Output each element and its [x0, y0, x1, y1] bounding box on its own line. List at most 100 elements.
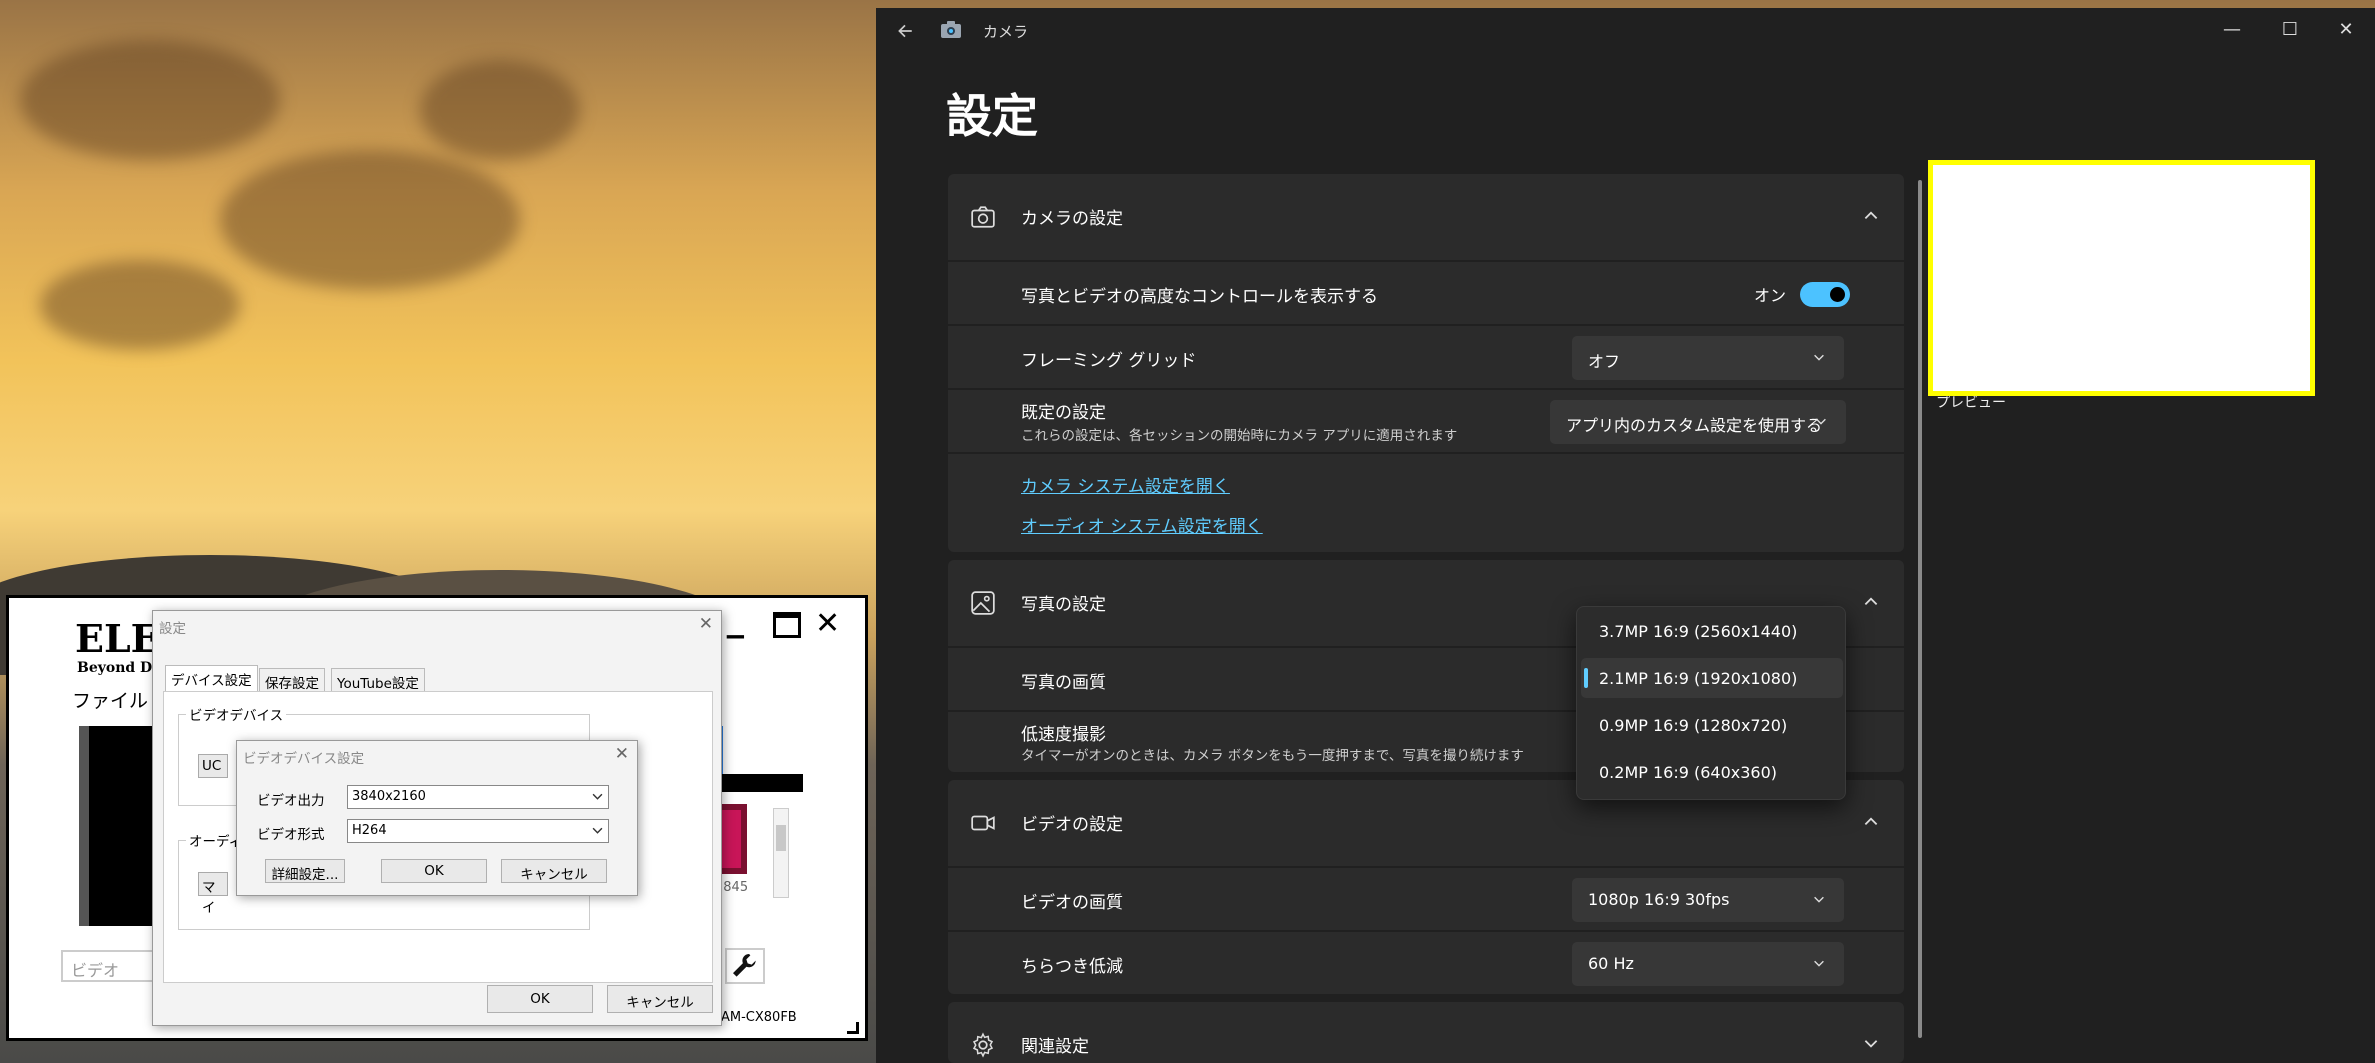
- chevron-up-icon: [1864, 817, 1878, 826]
- tab-device-settings[interactable]: デバイス設定: [165, 665, 258, 692]
- default-settings-sub: これらの設定は、各セッションの開始時にカメラ アプリに適用されます: [1021, 428, 1458, 444]
- video-device-dialog: ビデオデバイス設定 ✕ ビデオ出力 3840x2160 ビデオ形式 H264 詳…: [236, 740, 638, 896]
- audio-system-settings-link[interactable]: オーディオ システム設定を開く: [1021, 512, 1263, 537]
- framing-grid-label: フレーミング グリッド: [1021, 351, 1197, 371]
- settings-cancel-button[interactable]: キャンセル: [607, 985, 713, 1013]
- video-device-group-label: ビデオデバイス: [186, 704, 287, 724]
- settings-dialog-title: 設定: [159, 621, 186, 637]
- photo-quality-option[interactable]: 0.9MP 16:9 (1280x720): [1581, 705, 1843, 745]
- advanced-controls-row: 写真とビデオの高度なコントロールを表示する オン: [948, 260, 1904, 324]
- cloud: [40, 260, 240, 350]
- photo-quality-option[interactable]: 0.2MP 16:9 (640x360): [1581, 752, 1843, 792]
- video-format-select[interactable]: H264: [347, 819, 609, 843]
- chevron-down-icon: [592, 793, 603, 800]
- video-quality-label: ビデオの画質: [1021, 893, 1123, 913]
- related-settings-title: 関連設定: [1021, 1037, 1089, 1057]
- video-output-label: ビデオ出力: [257, 793, 325, 809]
- photo-quality-option[interactable]: 3.7MP 16:9 (2560x1440): [1581, 611, 1843, 651]
- tab-youtube-settings[interactable]: YouTube設定: [331, 668, 425, 692]
- advanced-controls-label: 写真とビデオの高度なコントロールを表示する: [1021, 287, 1378, 307]
- cloud: [20, 40, 280, 160]
- related-settings-header[interactable]: 関連設定: [948, 1002, 1904, 1063]
- close-button[interactable]: ✕: [2326, 16, 2366, 44]
- chevron-down-icon: [1814, 960, 1824, 967]
- gear-icon: [972, 1032, 994, 1058]
- video-quality-value: 1080p 16:9 30fps: [1588, 890, 1730, 909]
- settings-wrench-button[interactable]: [725, 948, 765, 984]
- default-settings-row: 既定の設定 これらの設定は、各セッションの開始時にカメラ アプリに適用されます …: [948, 388, 1904, 452]
- panel-strip: [715, 726, 803, 774]
- video-device-cancel-button[interactable]: キャンセル: [501, 859, 607, 883]
- time-lapse-label: 低速度撮影: [1021, 725, 1106, 745]
- photo-quality-menu: 3.7MP 16:9 (2560x1440) 2.1MP 16:9 (1920x…: [1576, 606, 1846, 800]
- advanced-settings-button[interactable]: 詳細設定...: [265, 859, 345, 883]
- menu-file[interactable]: ファイル: [72, 686, 148, 713]
- chevron-down-icon: [592, 827, 603, 834]
- video-output-value: 3840x2160: [352, 789, 426, 804]
- video-device-dialog-close-icon[interactable]: ✕: [615, 744, 629, 764]
- video-settings-title: ビデオの設定: [1021, 815, 1123, 835]
- default-settings-label: 既定の設定: [1021, 403, 1106, 423]
- video-format-label: ビデオ形式: [257, 827, 325, 843]
- window-title: カメラ: [983, 23, 1029, 41]
- back-arrow-icon[interactable]: [896, 22, 914, 40]
- resize-grip[interactable]: [847, 1022, 859, 1034]
- minimize-button[interactable]: ▁: [727, 614, 747, 639]
- video-camera-icon: [971, 815, 995, 831]
- chevron-down-icon: [1816, 418, 1826, 425]
- mic-select[interactable]: マイ: [198, 872, 228, 916]
- video-device-select[interactable]: UC: [198, 754, 228, 778]
- video-device-dialog-title: ビデオデバイス設定: [243, 751, 365, 767]
- framing-grid-row: フレーミング グリッド オフ: [948, 324, 1904, 388]
- chevron-down-icon: [1864, 1040, 1878, 1048]
- maximize-button[interactable]: [773, 612, 801, 638]
- title-bar: カメラ — ☐ ✕: [876, 8, 2375, 52]
- tab-save-settings[interactable]: 保存設定: [259, 668, 325, 692]
- flicker-label: ちらつき低減: [1021, 957, 1123, 977]
- video-format-value: H264: [352, 823, 387, 838]
- wrench-icon: [733, 954, 756, 977]
- flicker-row: ちらつき低減 60 Hz: [948, 930, 1904, 994]
- settings-ok-button[interactable]: OK: [487, 985, 593, 1013]
- links-row: カメラ システム設定を開く オーディオ システム設定を開く: [948, 452, 1904, 552]
- toggle-state: オン: [1754, 286, 1787, 305]
- video-settings-card: ビデオの設定 ビデオの画質 1080p 16:9 30fps ちらつき低減 60…: [948, 780, 1904, 994]
- camera-preview[interactable]: [1928, 160, 2315, 396]
- photo-quality-label: 写真の画質: [1021, 673, 1106, 693]
- flicker-dropdown[interactable]: 60 Hz: [1572, 942, 1844, 986]
- video-output-select[interactable]: 3840x2160: [347, 785, 609, 809]
- time-lapse-sub: タイマーがオンのときは、カメラ ボタンをもう一度押すまで、写真を撮り続けます: [1021, 748, 1524, 764]
- camera-settings-header[interactable]: カメラの設定: [948, 174, 1904, 260]
- maximize-button[interactable]: ☐: [2270, 16, 2310, 44]
- cloud: [220, 150, 520, 290]
- framing-grid-value: オフ: [1588, 352, 1621, 371]
- camera-system-settings-link[interactable]: カメラ システム設定を開く: [1021, 472, 1230, 497]
- close-button[interactable]: ✕: [815, 606, 840, 641]
- thumbnail-scrollbar[interactable]: [773, 808, 789, 898]
- photo-quality-option-selected[interactable]: 2.1MP 16:9 (1920x1080): [1581, 658, 1843, 698]
- model-text: AM-CX80FB: [721, 1010, 797, 1025]
- image-icon: [971, 591, 995, 615]
- flicker-value: 60 Hz: [1588, 954, 1634, 973]
- video-quality-row: ビデオの画質 1080p 16:9 30fps: [948, 866, 1904, 930]
- scroll-thumb[interactable]: [776, 825, 786, 851]
- related-settings-card: 関連設定: [948, 1002, 1904, 1063]
- default-settings-value: アプリ内のカスタム設定を使用する: [1566, 416, 1823, 435]
- minimize-button[interactable]: —: [2212, 16, 2252, 44]
- elecom-logo: ELE: [75, 616, 160, 661]
- framing-grid-dropdown[interactable]: オフ: [1572, 336, 1844, 380]
- advanced-controls-toggle[interactable]: [1800, 282, 1850, 307]
- camera-settings-title: カメラの設定: [1021, 209, 1123, 229]
- chevron-up-icon: [1864, 211, 1878, 220]
- video-quality-dropdown[interactable]: 1080p 16:9 30fps: [1572, 878, 1844, 922]
- video-device-ok-button[interactable]: OK: [381, 859, 487, 883]
- camera-settings-card: カメラの設定 写真とビデオの高度なコントロールを表示する オン フレーミング グ…: [948, 174, 1904, 552]
- chevron-up-icon: [1864, 597, 1878, 606]
- camera-app-icon: [941, 21, 961, 38]
- settings-scrollbar[interactable]: [1918, 180, 1922, 1038]
- page-title: 設定: [946, 89, 1038, 143]
- settings-dialog-close-icon[interactable]: ✕: [699, 614, 713, 634]
- photo-settings-title: 写真の設定: [1021, 595, 1106, 615]
- chevron-down-icon: [1814, 354, 1824, 361]
- default-settings-dropdown[interactable]: アプリ内のカスタム設定を使用する: [1550, 400, 1846, 444]
